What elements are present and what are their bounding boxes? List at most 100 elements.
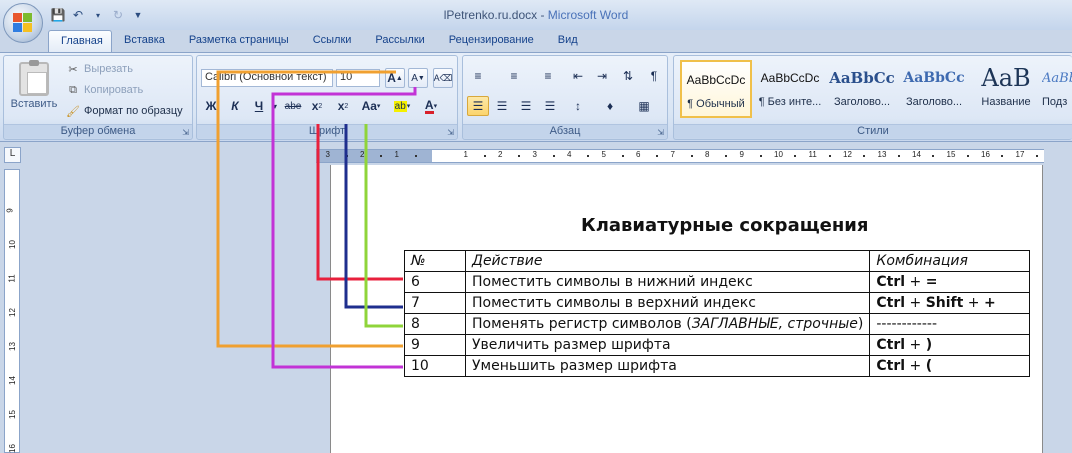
tab-insert[interactable]: Вставка — [112, 30, 177, 52]
style-sample: AaBbCc — [903, 70, 965, 86]
font-color-button[interactable]: A ▾ — [419, 96, 443, 116]
style-name: Подз — [1042, 96, 1068, 108]
ruler-number: 14 — [7, 376, 17, 385]
superscript-label: x — [337, 99, 345, 113]
align-center-icon[interactable]: ☰ — [491, 96, 513, 116]
style-heading-1[interactable]: AaBbCc Заголово... — [826, 60, 898, 118]
paste-label: Вставить — [10, 98, 58, 110]
subscript-button[interactable]: x2 — [307, 96, 327, 116]
shading-icon[interactable]: ♦ — [599, 96, 621, 116]
italic-button[interactable]: К — [225, 96, 245, 116]
cut-button[interactable]: ✂ Вырезать — [66, 60, 133, 78]
tab-page-layout[interactable]: Разметка страницы — [177, 30, 301, 52]
style-title[interactable]: AaB Название — [970, 60, 1042, 118]
tab-review[interactable]: Рецензирование — [437, 30, 546, 52]
tab-home[interactable]: Главная — [48, 30, 112, 52]
justify-icon[interactable]: ☰ — [539, 96, 561, 116]
ruler-tick — [621, 155, 624, 157]
tab-selector[interactable]: L — [4, 147, 21, 163]
change-case-label: Aa — [361, 99, 377, 113]
dialog-launcher-icon[interactable]: ⇲ — [182, 128, 189, 137]
underline-dropdown-icon[interactable]: ▾ — [269, 96, 281, 116]
increase-indent-icon[interactable]: ⇥ — [591, 66, 613, 86]
ruler-tick — [518, 155, 521, 157]
ruler-number: 3 — [325, 150, 330, 159]
font-size-select[interactable]: 10 — [336, 69, 380, 87]
superscript-button[interactable]: x2 — [333, 96, 353, 116]
highlighter-icon: ab — [393, 100, 407, 112]
key: Ctrl — [876, 274, 906, 290]
style-subtitle[interactable]: AaBb Подз — [1042, 60, 1072, 118]
row-number: 8 — [404, 313, 466, 335]
table-row: 7 Поместить символы в верхний индекс Ctr… — [404, 292, 1031, 314]
bold-button[interactable]: Ж — [201, 96, 221, 116]
key-plus: + — [905, 337, 926, 353]
ruler-number: 14 — [912, 150, 921, 159]
row-combination: Ctrl + = — [869, 271, 1031, 293]
app-name: Microsoft Word — [547, 8, 629, 22]
table-row: 8 Поменять регистр символов (ЗАГЛАВНЫЕ, … — [404, 313, 1031, 335]
key: + — [983, 295, 996, 311]
style-name: ¶ Без инте... — [758, 96, 822, 108]
align-right-icon[interactable]: ☰ — [515, 96, 537, 116]
clear-formatting-icon: A⌫ — [433, 72, 453, 83]
style-normal[interactable]: AaBbCcDc ¶ Обычный — [680, 60, 752, 118]
dialog-launcher-icon[interactable]: ⇲ — [657, 128, 664, 137]
grow-font-button[interactable]: A ▲ — [385, 68, 405, 88]
shortcut-table: № Действие Комбинация 6 Поместить символ… — [404, 250, 1031, 377]
format-painter-button[interactable]: 🖌 Формат по образцу — [66, 102, 183, 120]
dialog-launcher-icon[interactable]: ⇲ — [447, 128, 454, 137]
style-no-spacing[interactable]: AaBbCcDc ¶ Без инте... — [754, 60, 826, 118]
horizontal-ruler[interactable]: 3 2 1 1 2 3 4 5 6 7 8 9 10 11 12 13 14 15 16 17 — [316, 149, 1044, 163]
sort-icon[interactable]: ⇅ — [617, 66, 639, 86]
key: Shift — [925, 295, 964, 311]
strikethrough-button[interactable]: abe — [283, 96, 303, 116]
ruler-number: 10 — [7, 240, 17, 249]
ruler-number: 16 — [7, 444, 17, 453]
ruler-number: 2 — [360, 150, 365, 159]
shrink-font-button[interactable]: A ▼ — [408, 68, 428, 88]
ruler-number: 2 — [498, 150, 503, 159]
bullets-icon[interactable]: ≡ — [467, 66, 489, 86]
copy-button[interactable]: ⧉ Копировать — [66, 81, 143, 99]
clear-formatting-button[interactable]: A⌫ — [433, 68, 453, 88]
key-plus: + — [905, 274, 926, 290]
ruler-tick — [656, 155, 659, 157]
row-action: Уменьшить размер шрифта — [464, 355, 871, 377]
row-combination: Ctrl + ) — [869, 334, 1031, 356]
office-logo-icon — [13, 13, 33, 33]
ruler-tick — [690, 155, 693, 157]
ruler-tick — [966, 155, 969, 157]
font-name-select[interactable]: Calibri (Основной текст) — [201, 69, 333, 87]
header-number: № — [404, 250, 466, 272]
tab-mailings[interactable]: Рассылки — [363, 30, 436, 52]
decrease-indent-icon[interactable]: ⇤ — [567, 66, 589, 86]
tab-references[interactable]: Ссылки — [301, 30, 364, 52]
tab-view[interactable]: Вид — [546, 30, 590, 52]
line-spacing-icon[interactable]: ↕ — [567, 96, 589, 116]
pilcrow-icon[interactable]: ¶ — [643, 66, 665, 86]
brush-icon: 🖌 — [66, 105, 80, 118]
vertical-ruler[interactable]: 9 10 11 12 13 14 15 16 — [4, 169, 20, 453]
ruler-number: 1 — [394, 150, 399, 159]
align-left-icon[interactable]: ☰ — [467, 96, 489, 116]
borders-icon[interactable]: ▦ — [633, 96, 655, 116]
numbering-icon[interactable]: ≡ — [503, 66, 525, 86]
key: ) — [925, 337, 933, 353]
style-sample: AaBbCc — [829, 69, 895, 87]
document-page[interactable]: Клавиатурные сокращения № Действие Комби… — [330, 165, 1043, 453]
multilevel-list-icon[interactable]: ≡ — [537, 66, 559, 86]
table-row: 9 Увеличить размер шрифта Ctrl + ) — [404, 334, 1031, 356]
key-plus: + — [905, 358, 926, 374]
underline-button[interactable]: Ч — [249, 96, 269, 116]
ruler-tick — [552, 155, 555, 157]
style-heading-2[interactable]: AaBbCc Заголово... — [898, 60, 970, 118]
grow-font-label: A — [387, 71, 396, 85]
highlight-button[interactable]: ab ▾ — [391, 96, 413, 116]
paste-button[interactable]: Вставить — [8, 60, 60, 122]
ruler-number: 9 — [5, 208, 15, 213]
office-button[interactable] — [3, 3, 43, 43]
change-case-button[interactable]: Aa ▾ — [358, 96, 384, 116]
ruler-number: 15 — [946, 150, 956, 159]
ruler-tick — [483, 155, 486, 157]
